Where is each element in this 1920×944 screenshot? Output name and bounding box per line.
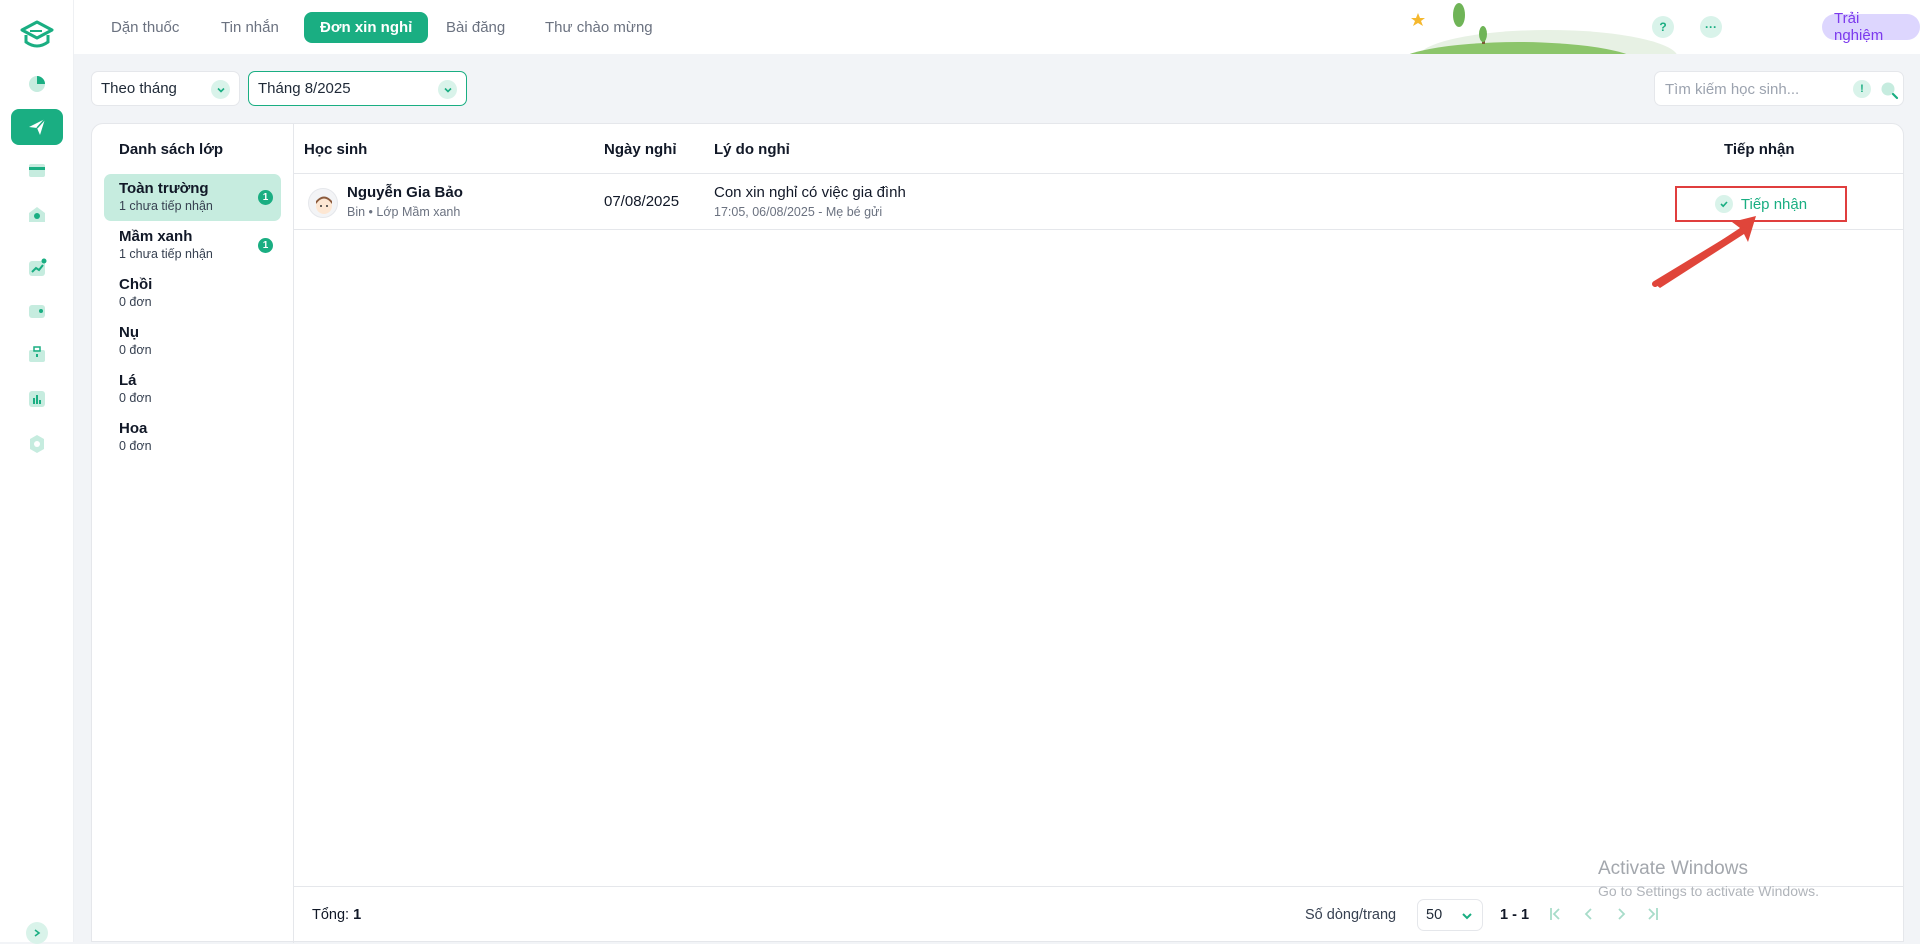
student-class: Bin • Lớp Mầm xanh xyxy=(347,205,461,219)
class-list-panel: Danh sách lớp Toàn trường 1 chưa tiếp nh… xyxy=(92,124,294,943)
sidebar-item-briefcase[interactable] xyxy=(11,336,63,372)
class-item-hoa[interactable]: Hoa 0 đơn xyxy=(104,414,281,461)
leave-reason: Con xin nghỉ có việc gia đình xyxy=(714,184,906,201)
total-value: 1 xyxy=(353,907,362,923)
chevron-down-icon xyxy=(1462,913,1472,920)
leave-requests-card: Danh sách lớp Toàn trường 1 chưa tiếp nh… xyxy=(91,123,1904,943)
student-avatar xyxy=(308,188,338,218)
month-select[interactable]: Tháng 8/2025 xyxy=(248,71,467,106)
tab-medicine[interactable]: Dặn thuốc xyxy=(95,12,195,43)
rows-per-page-select[interactable]: 50 xyxy=(1417,899,1483,931)
wallet-icon xyxy=(29,305,45,318)
total-label: Tổng: xyxy=(312,907,350,923)
search-input[interactable] xyxy=(1663,79,1833,99)
chevron-down-icon xyxy=(438,80,457,99)
tab-welcome-letters[interactable]: Thư chào mừng xyxy=(529,12,669,43)
gear-icon xyxy=(30,435,44,453)
chevron-right-icon xyxy=(34,929,41,937)
next-page-icon[interactable] xyxy=(1613,906,1629,922)
column-header-accept: Tiếp nhận xyxy=(1724,141,1795,158)
class-item-nu[interactable]: Nụ 0 đơn xyxy=(104,318,281,365)
class-name: Lá xyxy=(119,372,137,389)
pending-count-badge: 1 xyxy=(258,238,273,253)
student-name[interactable]: Nguyễn Gia Bảo xyxy=(347,184,463,201)
search-icon[interactable] xyxy=(1879,80,1899,100)
pie-chart-icon xyxy=(29,76,45,92)
class-name: Mầm xanh xyxy=(119,228,193,245)
sidebar-expand-button[interactable] xyxy=(26,922,48,944)
class-sub: 0 đơn xyxy=(119,391,152,405)
logo-icon[interactable] xyxy=(18,18,56,52)
column-header-date: Ngày nghỉ xyxy=(604,141,677,158)
briefcase-icon xyxy=(29,346,45,362)
top-bar: Dặn thuốc Tin nhắn Đơn xin nghỉ Bài đăng… xyxy=(74,0,1920,54)
period-type-value: Theo tháng xyxy=(101,80,177,97)
sidebar-item-reports[interactable] xyxy=(11,381,63,417)
annotation-arrow-icon xyxy=(1652,216,1756,288)
page-range: 1 - 1 xyxy=(1500,907,1530,923)
leave-submitted-info: 17:05, 06/08/2025 - Mẹ bé gửi xyxy=(714,205,883,219)
class-sub: 1 chưa tiếp nhận xyxy=(119,199,213,213)
windows-activation-subtitle: Go to Settings to activate Windows. xyxy=(1598,883,1819,899)
column-header-student: Học sinh xyxy=(304,141,368,158)
month-value: Tháng 8/2025 xyxy=(258,80,351,97)
period-type-select[interactable]: Theo tháng xyxy=(91,71,240,106)
pending-count-badge: 1 xyxy=(258,190,273,205)
header-divider xyxy=(294,173,1903,174)
more-button[interactable]: ··· xyxy=(1700,16,1722,38)
search-box: ! xyxy=(1654,71,1904,106)
help-button[interactable]: ? xyxy=(1652,16,1674,38)
sidebar-item-settings[interactable] xyxy=(11,426,63,462)
bar-chart-icon xyxy=(29,391,45,407)
chevron-down-icon xyxy=(211,80,230,99)
class-item-mam-xanh[interactable]: Mầm xanh 1 chưa tiếp nhận 1 xyxy=(104,222,281,269)
sidebar-item-wallet[interactable] xyxy=(11,293,63,329)
tab-posts[interactable]: Bài đăng xyxy=(430,12,521,43)
trend-icon xyxy=(29,258,47,276)
folder-icon xyxy=(29,164,45,177)
total-count: Tổng: 1 xyxy=(312,907,361,923)
class-list-title: Danh sách lớp xyxy=(119,141,224,158)
class-sub: 0 đơn xyxy=(119,439,152,453)
class-sub: 1 chưa tiếp nhận xyxy=(119,247,213,261)
tab-messages[interactable]: Tin nhắn xyxy=(205,12,295,43)
rows-per-page-value: 50 xyxy=(1426,907,1443,923)
class-name: Hoa xyxy=(119,420,148,437)
class-name: Chồi xyxy=(119,276,153,293)
rows-per-page-label: Số dòng/trang xyxy=(1305,907,1397,923)
leave-date: 07/08/2025 xyxy=(604,193,680,210)
sidebar xyxy=(0,0,74,944)
sidebar-item-dashboard[interactable] xyxy=(11,66,63,102)
first-page-icon[interactable] xyxy=(1548,906,1564,922)
decorative-hills-illustration xyxy=(1409,3,1677,54)
send-icon xyxy=(29,118,46,135)
tab-leave-requests[interactable]: Đơn xin nghỉ xyxy=(304,12,429,43)
info-icon[interactable]: ! xyxy=(1853,80,1871,98)
class-name: Toàn trường xyxy=(119,180,209,197)
windows-activation-title: Activate Windows xyxy=(1598,858,1748,879)
last-page-icon[interactable] xyxy=(1644,906,1660,922)
trial-button[interactable]: Trải nghiệm xyxy=(1822,10,1920,44)
sidebar-item-school[interactable] xyxy=(11,196,63,232)
sidebar-item-growth[interactable] xyxy=(11,250,63,286)
previous-page-icon[interactable] xyxy=(1581,906,1597,922)
class-item-all-school[interactable]: Toàn trường 1 chưa tiếp nhận 1 xyxy=(104,174,281,221)
class-sub: 0 đơn xyxy=(119,343,152,357)
class-sub: 0 đơn xyxy=(119,295,152,309)
column-header-reason: Lý do nghỉ xyxy=(714,141,790,158)
sidebar-item-folders[interactable] xyxy=(11,152,63,188)
class-item-choi[interactable]: Chồi 0 đơn xyxy=(104,270,281,317)
home-heart-icon xyxy=(29,207,45,222)
class-item-la[interactable]: Lá 0 đơn xyxy=(104,366,281,413)
sidebar-item-messages[interactable] xyxy=(11,109,63,145)
class-name: Nụ xyxy=(119,324,139,341)
